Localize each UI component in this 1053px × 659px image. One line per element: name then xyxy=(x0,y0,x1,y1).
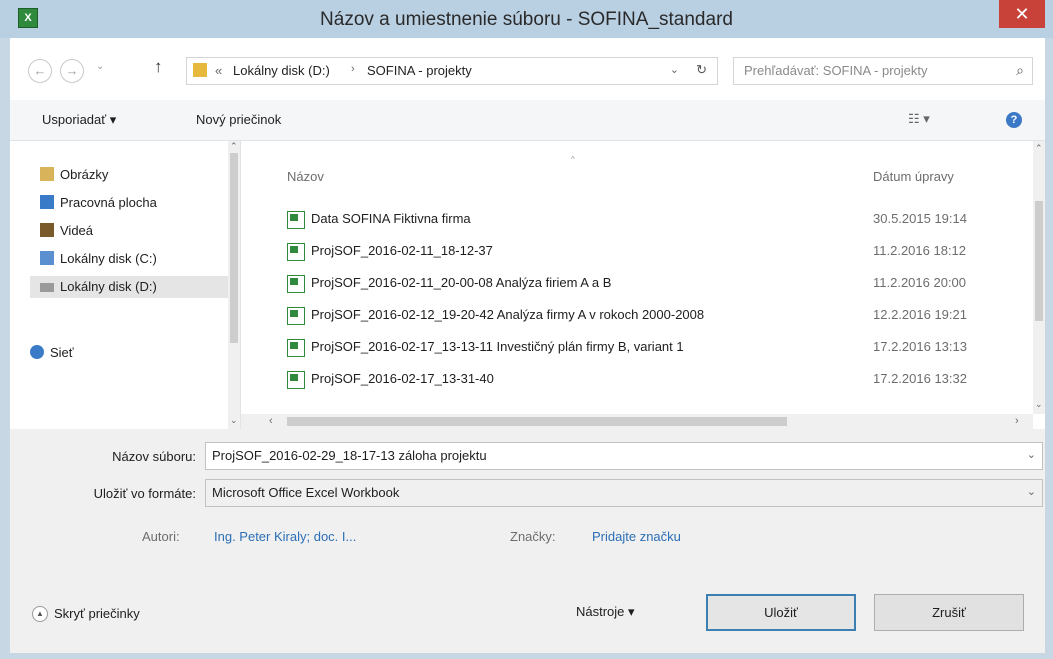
chevron-right-icon[interactable]: › xyxy=(351,63,355,75)
scroll-left-icon[interactable]: ‹ xyxy=(269,415,273,427)
change-view-button[interactable]: ☷ ▾ xyxy=(908,111,930,127)
videos-icon xyxy=(40,223,54,237)
file-row[interactable]: ProjSOF_2016-02-12_19-20-42 Analýza firm… xyxy=(287,303,1017,327)
file-row[interactable]: Data SOFINA Fiktivna firma 30.5.2015 19:… xyxy=(287,207,1017,231)
authors-value[interactable]: Ing. Peter Kiraly; doc. I... xyxy=(214,529,356,544)
file-row[interactable]: ProjSOF_2016-02-11_20-00-08 Analýza firi… xyxy=(287,271,1017,295)
save-button[interactable]: Uložiť xyxy=(706,594,856,631)
file-name: ProjSOF_2016-02-17_13-13-11 Investičný p… xyxy=(311,339,684,354)
format-select[interactable]: Microsoft Office Excel Workbook ⌄ xyxy=(205,479,1043,507)
excel-file-icon xyxy=(287,307,305,325)
organize-button[interactable]: Usporiadať ▾ xyxy=(42,112,116,128)
search-box[interactable]: Prehľadávať: SOFINA - projekty ⌕ xyxy=(733,57,1033,85)
scroll-down-icon[interactable]: ⌄ xyxy=(1035,399,1043,410)
sidebar-item-drive-d[interactable]: Lokálny disk (D:) xyxy=(30,276,228,298)
back-button[interactable]: ← xyxy=(28,59,52,83)
sidebar-scrollbar[interactable]: ⌃ ⌄ xyxy=(228,141,240,429)
sidebar-scroll-thumb[interactable] xyxy=(230,153,238,343)
new-folder-button[interactable]: Nový priečinok xyxy=(196,112,281,127)
file-list-horizontal-scrollbar[interactable]: ‹ › xyxy=(241,414,1033,429)
excel-file-icon xyxy=(287,243,305,261)
file-row[interactable]: ProjSOF_2016-02-11_18-12-37 11.2.2016 18… xyxy=(287,239,1017,263)
dialog-client: ← → ⌄ ↑ « Lokálny disk (D:) › SOFINA - p… xyxy=(10,38,1045,653)
file-date: 11.2.2016 18:12 xyxy=(873,243,967,258)
file-date: 30.5.2015 19:14 xyxy=(873,211,967,226)
pictures-icon xyxy=(40,167,54,181)
vertical-scroll-thumb[interactable] xyxy=(1035,201,1043,321)
authors-label: Autori: xyxy=(142,529,180,544)
window-title: Názov a umiestnenie súboru - SOFINA_stan… xyxy=(320,9,733,30)
sidebar-item-label: Sieť xyxy=(50,345,74,360)
chevron-up-icon: ▲ xyxy=(32,606,48,622)
drive-d-icon xyxy=(40,283,54,292)
format-value: Microsoft Office Excel Workbook xyxy=(212,485,400,500)
search-icon[interactable]: ⌕ xyxy=(1016,62,1024,79)
excel-file-icon xyxy=(287,371,305,389)
file-row[interactable]: ProjSOF_2016-02-17_13-31-40 17.2.2016 13… xyxy=(287,367,1017,391)
forward-button[interactable]: → xyxy=(60,59,84,83)
desktop-icon xyxy=(40,195,54,209)
column-header-date[interactable]: Dátum úpravy xyxy=(873,169,954,184)
address-bar[interactable]: « Lokálny disk (D:) › SOFINA - projekty … xyxy=(186,57,718,85)
sidebar-item-label: Lokálny disk (C:) xyxy=(60,251,157,266)
scroll-up-icon[interactable]: ⌃ xyxy=(230,141,238,152)
excel-file-icon xyxy=(287,339,305,357)
chevron-down-icon[interactable]: ⌄ xyxy=(1027,485,1036,498)
tools-button[interactable]: Nástroje ▾ xyxy=(576,604,635,620)
file-name: ProjSOF_2016-02-12_19-20-42 Analýza firm… xyxy=(311,307,705,322)
filename-label: Názov súboru: xyxy=(112,449,196,464)
excel-file-icon xyxy=(287,211,305,229)
close-button[interactable]: ✕ xyxy=(999,0,1045,28)
file-name: ProjSOF_2016-02-11_20-00-08 Analýza firi… xyxy=(311,275,612,290)
sidebar-item-label: Lokálny disk (D:) xyxy=(60,279,157,294)
excel-file-icon xyxy=(287,275,305,293)
file-list: ^ Názov Dátum úpravy Data SOFINA Fiktivn… xyxy=(241,141,1045,429)
scroll-up-icon[interactable]: ⌃ xyxy=(1035,143,1043,154)
file-name: Data SOFINA Fiktivna firma xyxy=(311,211,471,226)
file-date: 12.2.2016 19:21 xyxy=(873,307,967,322)
navigation-bar: ← → ⌄ ↑ « Lokálny disk (D:) › SOFINA - p… xyxy=(10,38,1045,100)
file-date: 11.2.2016 20:00 xyxy=(873,275,967,290)
up-button[interactable]: ↑ xyxy=(154,57,163,77)
network-icon xyxy=(30,345,44,359)
horizontal-scroll-thumb[interactable] xyxy=(287,417,787,426)
address-dropdown-icon[interactable]: ⌄ xyxy=(670,63,679,76)
file-list-vertical-scrollbar[interactable]: ⌃ ⌄ xyxy=(1033,141,1045,414)
file-name: ProjSOF_2016-02-11_18-12-37 xyxy=(311,243,493,258)
drive-c-icon xyxy=(40,251,54,265)
file-date: 17.2.2016 13:13 xyxy=(873,339,967,354)
tags-label: Značky: xyxy=(510,529,556,544)
address-overflow[interactable]: « xyxy=(215,63,222,78)
file-name: ProjSOF_2016-02-17_13-31-40 xyxy=(311,371,494,386)
help-icon[interactable]: ? xyxy=(1006,112,1022,128)
filename-input[interactable] xyxy=(212,445,1012,465)
search-placeholder: Prehľadávať: SOFINA - projekty xyxy=(744,63,928,78)
file-date: 17.2.2016 13:32 xyxy=(873,371,967,386)
add-tag-link[interactable]: Pridajte značku xyxy=(592,529,681,544)
sort-ascending-icon: ^ xyxy=(571,155,575,164)
cancel-button[interactable]: Zrušiť xyxy=(874,594,1024,631)
hide-folders-label: Skryť priečinky xyxy=(54,606,140,621)
address-segment-folder[interactable]: SOFINA - projekty xyxy=(367,63,472,78)
column-header-name[interactable]: Názov xyxy=(287,169,324,184)
title-bar[interactable]: X Názov a umiestnenie súboru - SOFINA_st… xyxy=(0,0,1053,38)
sidebar-item-label: Videá xyxy=(60,223,94,238)
folder-icon xyxy=(193,63,207,77)
scroll-right-icon[interactable]: › xyxy=(1015,415,1019,427)
command-toolbar: Usporiadať ▾ Nový priečinok ☷ ▾ ? xyxy=(10,100,1045,141)
format-label: Uložiť vo formáte: xyxy=(93,486,196,501)
file-row[interactable]: ProjSOF_2016-02-17_13-13-11 Investičný p… xyxy=(287,335,1017,359)
sidebar-item-label: Obrázky xyxy=(60,167,109,182)
filename-field[interactable]: ⌄ xyxy=(205,442,1043,470)
navigation-pane: Obrázky Pracovná plocha Videá Lokálny di… xyxy=(10,141,241,429)
scroll-down-icon[interactable]: ⌄ xyxy=(230,415,238,426)
save-dialog: X Názov a umiestnenie súboru - SOFINA_st… xyxy=(0,0,1053,659)
sidebar-item-label: Pracovná plocha xyxy=(60,195,157,210)
recent-locations-button[interactable]: ⌄ xyxy=(96,61,104,72)
refresh-icon[interactable]: ↻ xyxy=(696,62,707,78)
address-segment-drive[interactable]: Lokálny disk (D:) xyxy=(233,63,330,78)
chevron-down-icon[interactable]: ⌄ xyxy=(1027,448,1036,461)
